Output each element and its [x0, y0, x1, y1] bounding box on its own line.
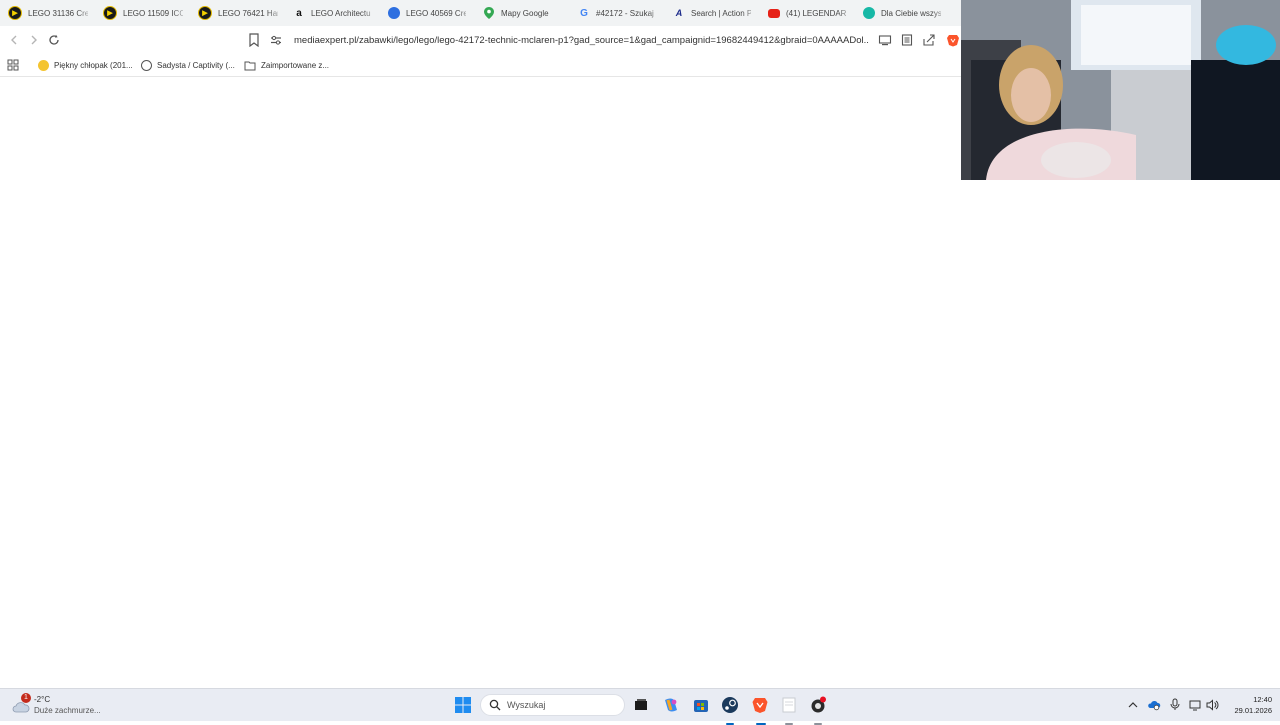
amazon-icon: a: [296, 7, 302, 19]
steam-icon: [722, 697, 738, 713]
reload-icon: [49, 34, 59, 45]
clock-time: 12:40: [1253, 695, 1272, 704]
google-icon: G: [580, 7, 588, 19]
microphone-icon: [1170, 698, 1180, 710]
brave-shields-button[interactable]: [946, 33, 960, 47]
search-icon: [489, 699, 501, 711]
reader-icon: [901, 34, 913, 46]
cloud-sync-icon: [1148, 701, 1161, 711]
monitor-network-icon: [1189, 700, 1201, 711]
folder-icon: [244, 61, 256, 70]
tab-google-search[interactable]: G #42172 - Szukaj w: [570, 0, 665, 26]
back-arrow-icon: [11, 35, 17, 45]
tab-lego-40569[interactable]: LEGO 40569 Crea: [380, 0, 475, 26]
cast-button[interactable]: [878, 33, 892, 47]
bookmark-folder[interactable]: Zaimportowane z...: [244, 58, 329, 72]
tab-label: Dla Ciebie wszyst: [881, 8, 941, 18]
url-text[interactable]: mediaexpert.pl/zabawki/lego/lego/lego-42…: [294, 35, 869, 46]
tab-label: #42172 - Szukaj w: [596, 8, 656, 18]
show-hidden-icons-button[interactable]: [1127, 698, 1140, 711]
taskbar: 1 -2°C Duże zachmurze... Wyszukaj 12:40 …: [0, 688, 1280, 725]
bookmark-page-button[interactable]: [248, 33, 262, 48]
forward-button[interactable]: [26, 32, 42, 48]
apps-button[interactable]: [7, 58, 19, 72]
tab-youtube[interactable]: (41) LEGENDARN: [760, 0, 855, 26]
forward-arrow-icon: [31, 35, 37, 45]
reload-button[interactable]: [46, 32, 62, 48]
address-bar[interactable]: mediaexpert.pl/zabawki/lego/lego/lego-42…: [270, 29, 960, 51]
maps-pin-icon: [483, 7, 495, 19]
emoji-icon: [38, 59, 49, 71]
webcam-overlay: [961, 0, 1280, 180]
notification-badge: 1: [21, 693, 31, 703]
steam-button[interactable]: [721, 696, 739, 725]
clock-date: 29.01.2026: [1234, 706, 1272, 715]
microphone-button[interactable]: [1169, 698, 1182, 711]
site-settings-icon[interactable]: [270, 34, 282, 46]
bookmark-label: Piękny chłopak (201...: [54, 60, 133, 70]
action-icon: A: [675, 8, 683, 18]
weather-widget[interactable]: 1 -2°C Duże zachmurze...: [12, 693, 122, 717]
task-view-icon: [635, 699, 647, 710]
weather-temp: -2°C: [34, 695, 51, 704]
start-button[interactable]: [454, 696, 472, 714]
volume-button[interactable]: [1206, 698, 1219, 711]
tab-dla-ciebie[interactable]: Dla Ciebie wszyst: [855, 0, 950, 26]
windows-logo-icon: [455, 697, 471, 713]
copilot-icon: [665, 698, 677, 712]
store-button[interactable]: [692, 696, 710, 714]
tab-lego-31136[interactable]: ▶ LEGO 31136 Crea: [0, 0, 95, 26]
brave-taskbar-button[interactable]: [751, 696, 769, 725]
lego-icon: ▶: [198, 6, 212, 20]
clock[interactable]: 12:40 29.01.2026: [1224, 694, 1272, 716]
brave-icon: [752, 698, 768, 713]
globe-icon: [141, 59, 152, 71]
notepad-button[interactable]: [780, 696, 798, 725]
tab-label: LEGO 11509 ICON: [123, 8, 183, 18]
tab-label: LEGO 76421 Harr: [218, 8, 278, 18]
tab-label: LEGO 31136 Crea: [28, 8, 88, 18]
bookmark-item[interactable]: Sadysta / Captivity (...: [141, 58, 235, 72]
taskbar-search[interactable]: Wyszukaj: [480, 694, 625, 716]
bookmark-label: Sadysta / Captivity (...: [157, 60, 235, 70]
apps-grid-icon: [7, 59, 19, 71]
speaker-icon: [1206, 699, 1219, 711]
back-button[interactable]: [6, 32, 22, 48]
tab-lego-76421[interactable]: ▶ LEGO 76421 Harr: [190, 0, 285, 26]
onedrive-button[interactable]: [1147, 698, 1161, 711]
notepad-icon: [782, 697, 796, 713]
bookmark-icon: [249, 33, 259, 48]
teal-icon: [863, 7, 875, 19]
store-icon: [694, 700, 708, 712]
blue-circle-icon: [388, 7, 400, 19]
tab-lego-architecture[interactable]: a LEGO Architectur: [285, 0, 380, 26]
share-button[interactable]: [922, 33, 936, 47]
bookmark-item[interactable]: Piękny chłopak (201...: [38, 58, 133, 72]
cast-icon: [878, 35, 892, 46]
copilot-button[interactable]: [662, 696, 680, 714]
app-button[interactable]: [809, 696, 827, 725]
tab-label: LEGO 40569 Crea: [406, 8, 466, 18]
reader-mode-button[interactable]: [900, 33, 914, 47]
search-placeholder: Wyszukaj: [507, 700, 546, 710]
network-button[interactable]: [1189, 698, 1202, 711]
tab-label: (41) LEGENDARN: [786, 8, 846, 18]
task-view-button[interactable]: [632, 696, 650, 714]
weather-desc: Duże zachmurze...: [34, 706, 101, 715]
tab-label: Mapy Google: [501, 8, 549, 18]
youtube-icon: [768, 8, 780, 18]
lego-icon: ▶: [103, 6, 117, 20]
share-icon: [923, 34, 935, 46]
tab-google-maps[interactable]: Mapy Google: [475, 0, 570, 26]
bookmark-label: Zaimportowane z...: [261, 60, 330, 70]
lego-icon: ▶: [8, 6, 22, 20]
tab-action-search[interactable]: A Search | Action P: [665, 0, 760, 26]
app-icon: [811, 696, 826, 713]
tab-label: LEGO Architectur: [311, 8, 371, 18]
chevron-up-icon: [1128, 702, 1138, 708]
tab-label: Search | Action P: [691, 8, 751, 18]
webcam-image: [961, 0, 1280, 180]
brave-lion-icon: [947, 35, 959, 47]
tab-lego-11509[interactable]: ▶ LEGO 11509 ICON: [95, 0, 190, 26]
